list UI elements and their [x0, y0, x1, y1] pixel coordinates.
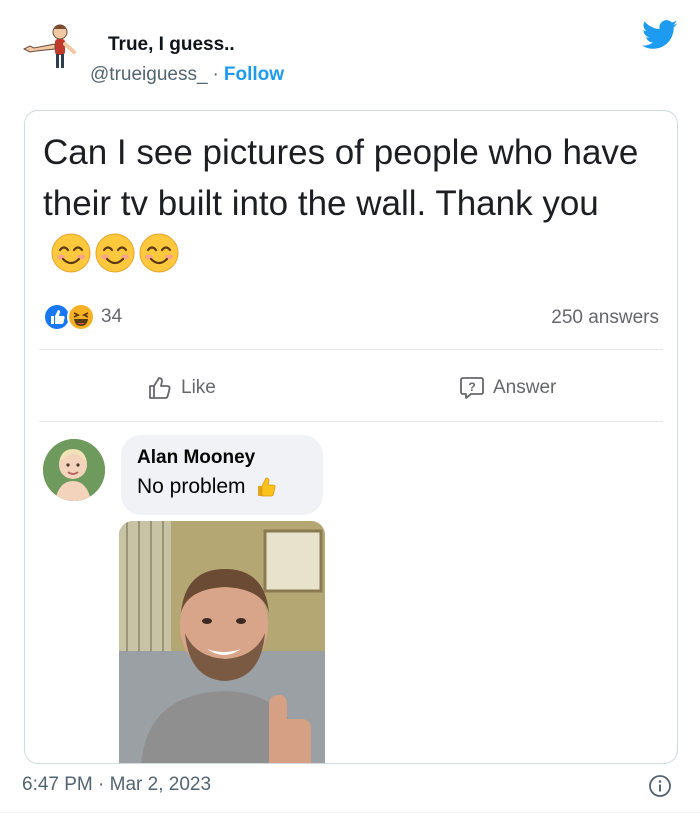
smiling-emoji	[95, 233, 135, 273]
author-handle[interactable]: @trueiguess_	[90, 64, 208, 85]
handle-row: @trueiguess_ · Follow	[90, 64, 284, 86]
commenter-name[interactable]: Alan Mooney	[137, 447, 307, 469]
comment-photo[interactable]	[119, 521, 325, 763]
post-screenshot[interactable]: Can I see pictures of people who have th…	[24, 110, 678, 764]
answers-count[interactable]: 250 answers	[551, 307, 659, 329]
twitter-bird-icon[interactable]	[642, 20, 678, 50]
like-label: Like	[181, 377, 216, 398]
tweet-timestamp[interactable]: 6:47 PM · Mar 2, 2023	[22, 774, 211, 796]
commenter-avatar[interactable]	[43, 439, 105, 501]
comment-text: No problem	[137, 475, 307, 499]
divider	[39, 349, 663, 350]
smiling-emoji	[139, 233, 179, 273]
answer-button[interactable]: ? Answer	[459, 373, 556, 403]
emoji-row	[51, 233, 179, 273]
like-button[interactable]: Like	[147, 373, 216, 403]
author-name[interactable]: True, I guess..	[108, 34, 235, 56]
follow-button[interactable]: Follow	[224, 64, 284, 85]
thumbs-up-emoji	[257, 477, 276, 497]
comment-bubble: Alan Mooney No problem	[121, 435, 323, 515]
separator-dot: ·	[212, 64, 219, 85]
thumbs-up-outline-icon	[149, 377, 171, 399]
reaction-count: 34	[101, 306, 123, 327]
question-body: Can I see pictures of people who have th…	[43, 133, 639, 223]
answer-label: Answer	[493, 377, 557, 398]
svg-text:?: ?	[468, 380, 475, 394]
author-avatar[interactable]	[20, 20, 78, 78]
tweet-header: True, I guess.. @trueiguess_ · Follow	[18, 14, 682, 86]
info-icon[interactable]	[648, 774, 672, 798]
answer-question-icon: ?	[460, 377, 484, 399]
haha-reaction-icon	[67, 303, 95, 331]
reaction-summary[interactable]: 34	[43, 303, 122, 331]
smiling-emoji	[51, 233, 91, 273]
comment-body: No problem	[137, 475, 246, 498]
question-text: Can I see pictures of people who have th…	[43, 127, 653, 280]
divider	[0, 812, 700, 813]
divider	[39, 421, 663, 422]
